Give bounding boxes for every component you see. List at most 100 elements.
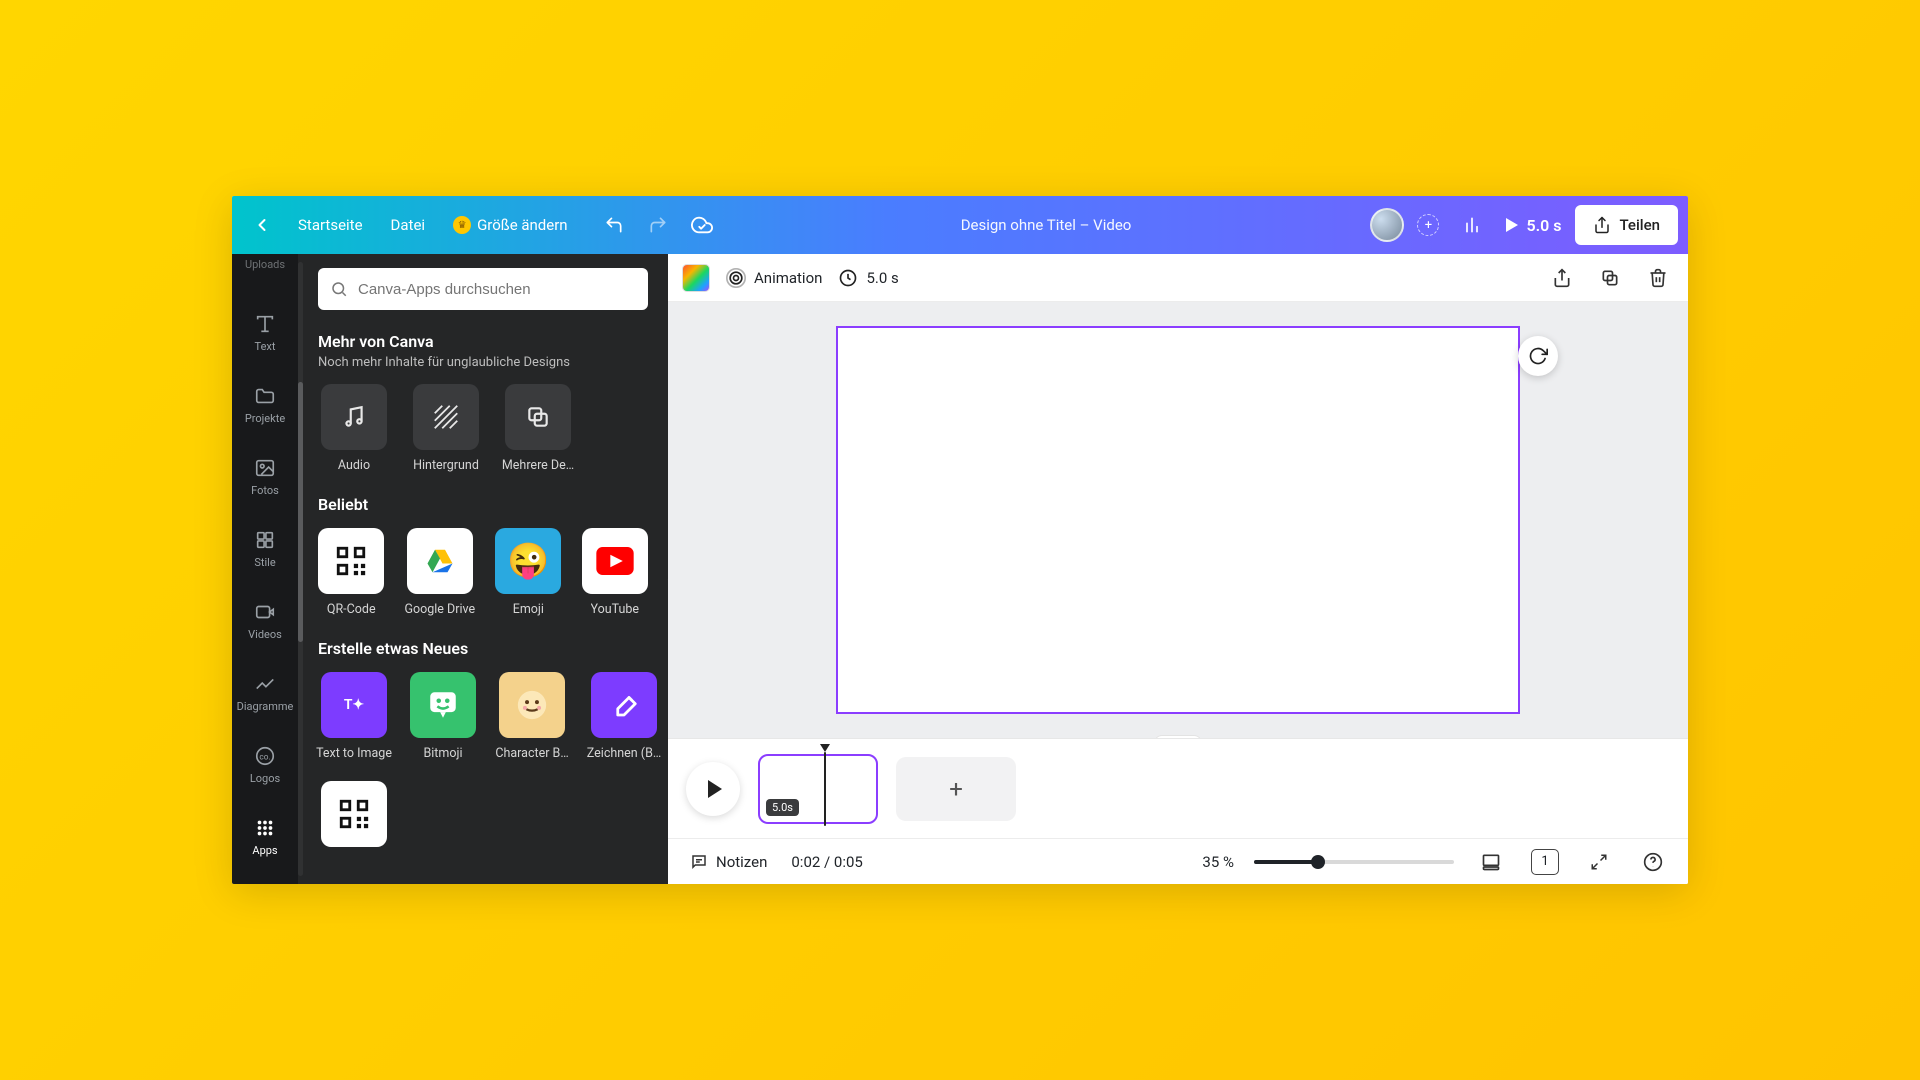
play-icon xyxy=(708,780,722,798)
rail-logos-label: Logos xyxy=(250,772,280,785)
animation-label: Animation xyxy=(754,269,822,287)
stage[interactable]: ⌄ xyxy=(668,302,1688,738)
more-row: Audio Hintergrund Mehrere De… xyxy=(318,384,648,473)
tile-bitmoji-label: Bitmoji xyxy=(423,746,462,761)
doc-title[interactable]: Design ohne Titel – Video xyxy=(726,216,1367,234)
crown-icon: ♛ xyxy=(453,216,471,234)
zoom-slider[interactable] xyxy=(1254,860,1454,864)
tile-background-label: Hintergrund xyxy=(413,458,479,473)
animation-icon xyxy=(726,268,746,288)
page-indicator[interactable]: 1 xyxy=(1528,845,1562,879)
avatar[interactable] xyxy=(1370,208,1404,242)
tile-draw-label: Zeichnen (B… xyxy=(587,746,661,761)
tile-bitmoji[interactable]: Bitmoji xyxy=(410,672,476,761)
rail-videos[interactable]: Videos xyxy=(232,584,298,656)
tile-multidesign[interactable]: Mehrere De… xyxy=(502,384,574,473)
rail-projects[interactable]: Projekte xyxy=(232,368,298,440)
tile-emoji[interactable]: 😜 Emoji xyxy=(495,528,561,617)
youtube-icon xyxy=(582,528,648,594)
tti-icon: T✦ xyxy=(321,672,387,738)
tile-gdrive-label: Google Drive xyxy=(404,602,475,617)
nav-rail: Uploads Text Projekte Fotos Stile Videos xyxy=(232,254,298,884)
add-member-button[interactable]: + xyxy=(1408,205,1448,245)
clip-duration-badge: 5.0s xyxy=(766,799,799,816)
rail-photos[interactable]: Fotos xyxy=(232,440,298,512)
timeline-play-button[interactable] xyxy=(686,762,740,816)
animation-button[interactable]: Animation xyxy=(726,268,822,288)
notes-icon xyxy=(690,853,708,871)
rail-uploads[interactable]: Uploads xyxy=(232,256,298,296)
timeline-clip[interactable]: 5.0s xyxy=(758,754,878,824)
duration-button[interactable]: 5.0 s xyxy=(838,268,898,288)
rail-text-label: Text xyxy=(255,340,276,353)
search-input[interactable] xyxy=(358,281,636,298)
popular-title: Beliebt xyxy=(318,495,648,514)
grid-view-button[interactable] xyxy=(1474,845,1508,879)
back-button[interactable] xyxy=(242,205,282,245)
notes-button[interactable]: Notizen xyxy=(686,845,771,879)
tile-youtube[interactable]: YouTube xyxy=(582,528,648,617)
tile-background[interactable]: Hintergrund xyxy=(410,384,482,473)
apps-panel: Mehr von Canva Noch mehr Inhalte für ung… xyxy=(298,254,668,884)
fullscreen-button[interactable] xyxy=(1582,845,1616,879)
rail-text[interactable]: Text xyxy=(232,296,298,368)
rail-charts[interactable]: Diagramme xyxy=(232,656,298,728)
rail-apps[interactable]: Apps xyxy=(232,800,298,872)
share-button[interactable]: Teilen xyxy=(1575,205,1678,245)
insights-button[interactable] xyxy=(1452,205,1492,245)
export-page-button[interactable] xyxy=(1546,262,1578,294)
redo-button[interactable] xyxy=(638,205,678,245)
rail-projects-label: Projekte xyxy=(245,412,285,425)
rail-charts-label: Diagramme xyxy=(237,700,294,713)
status-bar: Notizen 0:02 / 0:05 35 % 1 xyxy=(668,838,1688,884)
tile-tti[interactable]: T✦ Text to Image xyxy=(318,672,390,761)
bitmoji-icon xyxy=(410,672,476,738)
preview-duration: 5.0 s xyxy=(1526,216,1561,235)
svg-text:co.: co. xyxy=(259,752,270,762)
clock-icon xyxy=(838,268,858,288)
refresh-button[interactable] xyxy=(1518,336,1558,376)
qr-icon xyxy=(318,528,384,594)
preview-play-button[interactable]: 5.0 s xyxy=(1496,216,1571,235)
duration-label: 5.0 s xyxy=(866,269,898,287)
tile-audio[interactable]: Audio xyxy=(318,384,390,473)
resize-label: Größe ändern xyxy=(477,216,568,234)
app-frame: Startseite Datei ♛ Größe ändern Design o… xyxy=(232,196,1688,884)
tile-gdrive[interactable]: Google Drive xyxy=(404,528,475,617)
rail-photos-label: Fotos xyxy=(251,484,279,497)
duplicate-page-button[interactable] xyxy=(1594,262,1626,294)
rail-styles[interactable]: Stile xyxy=(232,512,298,584)
tile-character-label: Character B… xyxy=(495,746,568,761)
gdrive-icon xyxy=(407,528,473,594)
time-indicator: 0:02 / 0:05 xyxy=(791,853,862,871)
playhead-marker[interactable] xyxy=(820,744,830,752)
home-button[interactable]: Startseite xyxy=(286,205,375,245)
tile-qr[interactable]: QR-Code xyxy=(318,528,384,617)
tile-draw[interactable]: Zeichnen (B… xyxy=(588,672,660,761)
plus-icon: + xyxy=(1417,214,1439,236)
background-icon xyxy=(413,384,479,450)
background-color-button[interactable] xyxy=(682,264,710,292)
help-button[interactable] xyxy=(1636,845,1670,879)
tile-qr-2[interactable] xyxy=(318,781,390,847)
tile-tti-label: Text to Image xyxy=(316,746,392,761)
undo-button[interactable] xyxy=(594,205,634,245)
tile-character[interactable]: Character B… xyxy=(496,672,568,761)
draw-icon xyxy=(591,672,657,738)
playhead-line[interactable] xyxy=(824,752,826,826)
search-field[interactable] xyxy=(318,268,648,310)
add-clip-button[interactable]: + xyxy=(896,757,1016,821)
rail-styles-label: Stile xyxy=(254,556,275,569)
extra-row xyxy=(318,781,648,847)
create-title: Erstelle etwas Neues xyxy=(318,639,648,658)
file-button[interactable]: Datei xyxy=(379,205,438,245)
rail-uploads-label: Uploads xyxy=(245,258,285,271)
cloud-sync-icon[interactable] xyxy=(682,205,722,245)
delete-page-button[interactable] xyxy=(1642,262,1674,294)
resize-button[interactable]: ♛ Größe ändern xyxy=(441,205,580,245)
canvas-page[interactable] xyxy=(836,326,1520,714)
panel-scrollbar[interactable] xyxy=(298,262,303,876)
character-icon xyxy=(499,672,565,738)
rail-logos[interactable]: co. Logos xyxy=(232,728,298,800)
audio-icon xyxy=(321,384,387,450)
